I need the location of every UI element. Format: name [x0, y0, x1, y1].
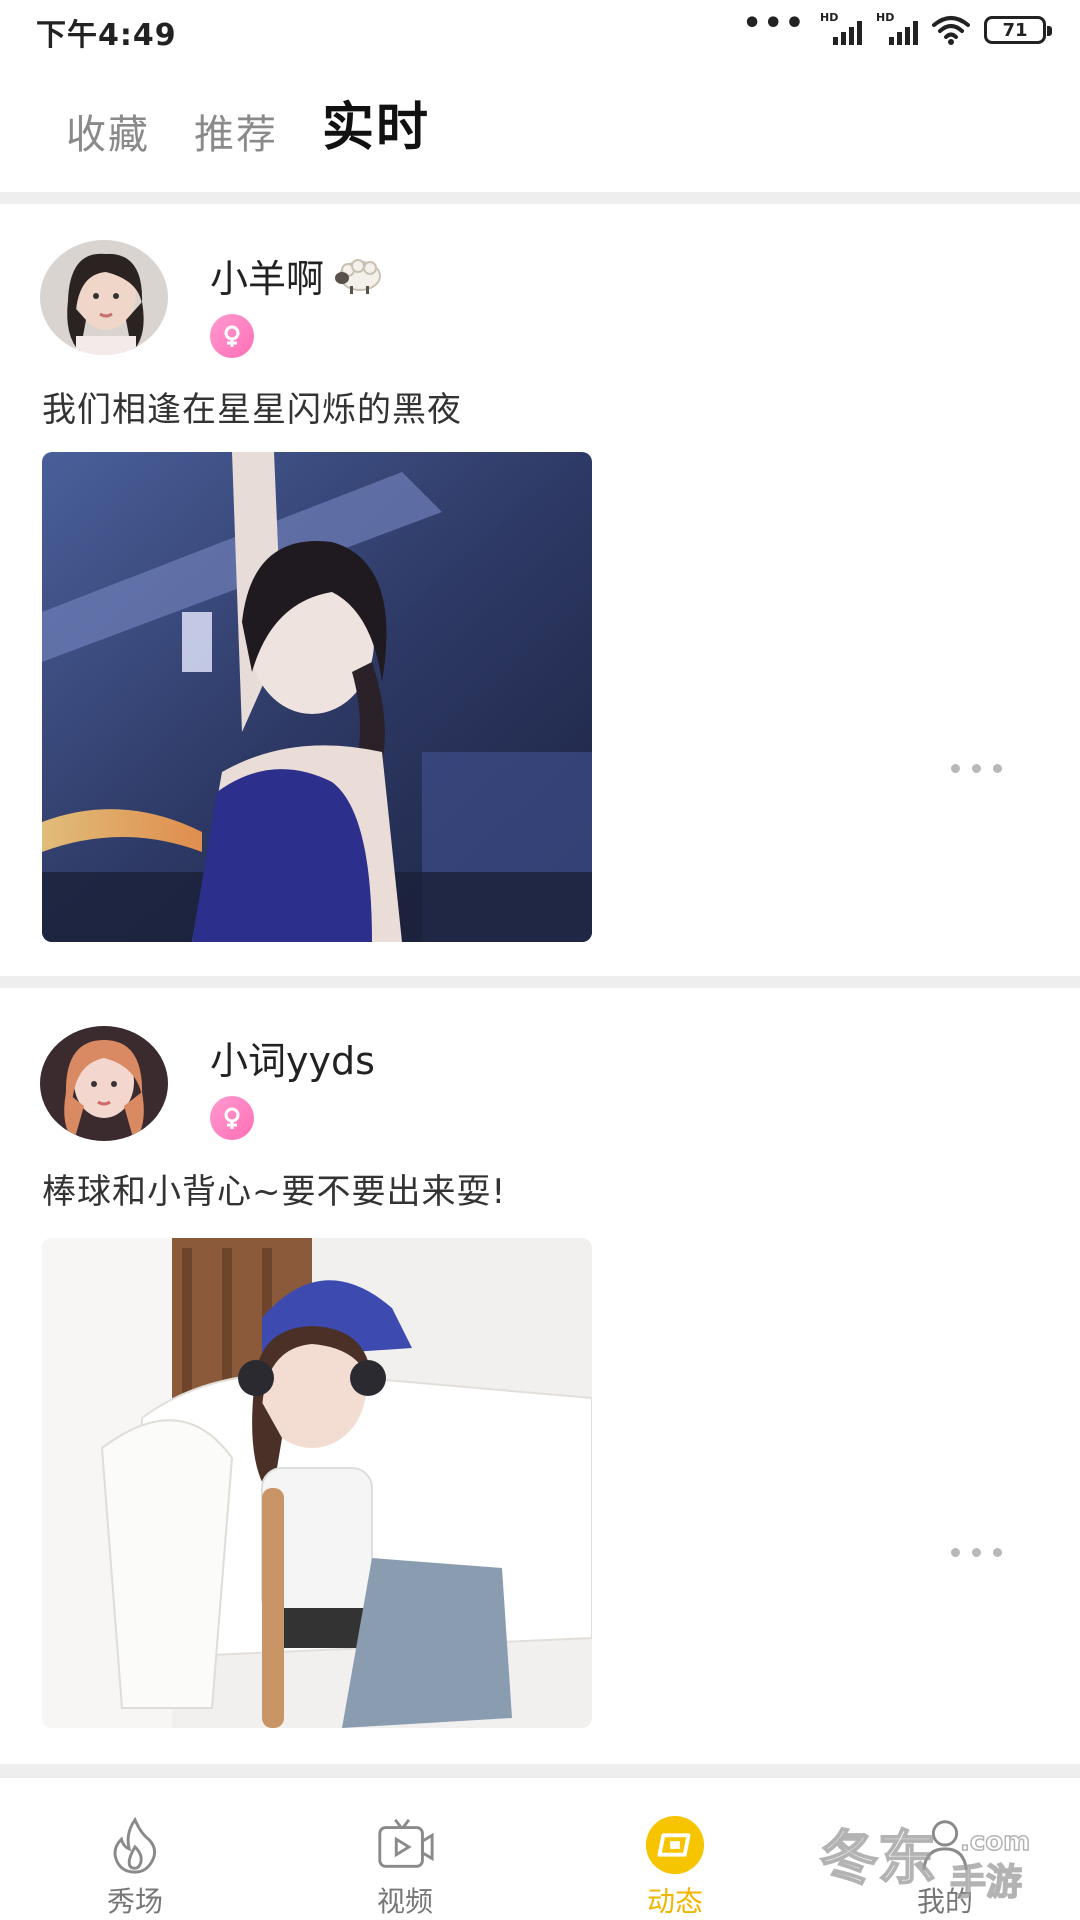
- tab-realtime-label: 实时: [322, 98, 431, 158]
- cell-signal-icon-2: HD: [876, 11, 918, 45]
- status-icons: ••• HD HD 71: [742, 6, 1052, 48]
- svg-text:.com: .com: [960, 1827, 1030, 1857]
- wifi-icon: [932, 16, 970, 45]
- female-gender-badge: [210, 314, 254, 358]
- status-time: 下午4:49: [36, 18, 177, 53]
- avatar[interactable]: [40, 240, 168, 355]
- site-watermark-logo: 冬东 .com 手游: [819, 1823, 1031, 1904]
- user-name-text: 小词yyds: [210, 1039, 375, 1083]
- battery-level: 71: [1002, 19, 1028, 41]
- avatar[interactable]: [40, 1026, 168, 1141]
- post-card[interactable]: 小词yyds 棒球和小背心~要不要出来耍!: [0, 988, 1080, 1764]
- female-gender-badge: [210, 1096, 254, 1140]
- nav-item-show[interactable]: 秀场: [0, 1778, 270, 1920]
- nav-item-feed[interactable]: 动态: [540, 1778, 810, 1920]
- post-photo[interactable]: [42, 1238, 592, 1728]
- nav-item-video[interactable]: 视频: [270, 1778, 540, 1920]
- feed-icon: [645, 1815, 705, 1875]
- post-photo[interactable]: [42, 452, 592, 942]
- female-icon: [224, 325, 240, 347]
- video-tv-icon: [378, 1818, 434, 1868]
- tab-favorites[interactable]: 收藏: [66, 102, 150, 160]
- svg-text:冬东: 冬东: [820, 1824, 936, 1892]
- female-icon: [224, 1107, 240, 1129]
- user-name-text: 小羊啊: [210, 257, 325, 301]
- cell-signal-icon: HD: [820, 11, 862, 45]
- nav-label-video: 视频: [376, 1885, 433, 1918]
- battery-icon: 71: [984, 16, 1052, 44]
- post-card[interactable]: 小羊啊 我们相逢在星星闪烁的黑夜: [0, 204, 1080, 976]
- section-divider: [0, 976, 1080, 988]
- more-options-icon[interactable]: [951, 1548, 1002, 1557]
- nav-label-feed: 动态: [646, 1885, 703, 1918]
- more-options-icon[interactable]: [951, 764, 1002, 773]
- section-divider: [0, 192, 1080, 204]
- tab-recommended-label: 推荐: [194, 112, 278, 158]
- status-bar: 下午4:49 ••• HD HD 71: [0, 0, 1080, 60]
- flame-icon: [113, 1816, 157, 1874]
- feed-tabs: 收藏 推荐 实时: [66, 80, 446, 164]
- user-name[interactable]: 小词yyds: [210, 1030, 375, 1085]
- section-divider: [0, 1764, 1080, 1776]
- tab-recommended[interactable]: 推荐: [194, 102, 278, 160]
- nav-label-show: 秀场: [106, 1885, 163, 1918]
- more-notifications-icon: •••: [742, 5, 806, 41]
- post-text: 我们相逢在星星闪烁的黑夜: [42, 390, 462, 430]
- tab-favorites-label: 收藏: [66, 112, 150, 158]
- svg-text:手游: 手游: [950, 1862, 1022, 1903]
- post-text: 棒球和小背心~要不要出来耍!: [42, 1172, 507, 1212]
- user-name[interactable]: 小羊啊: [210, 248, 384, 303]
- tab-realtime[interactable]: 实时: [316, 85, 446, 164]
- sheep-icon: [335, 258, 382, 294]
